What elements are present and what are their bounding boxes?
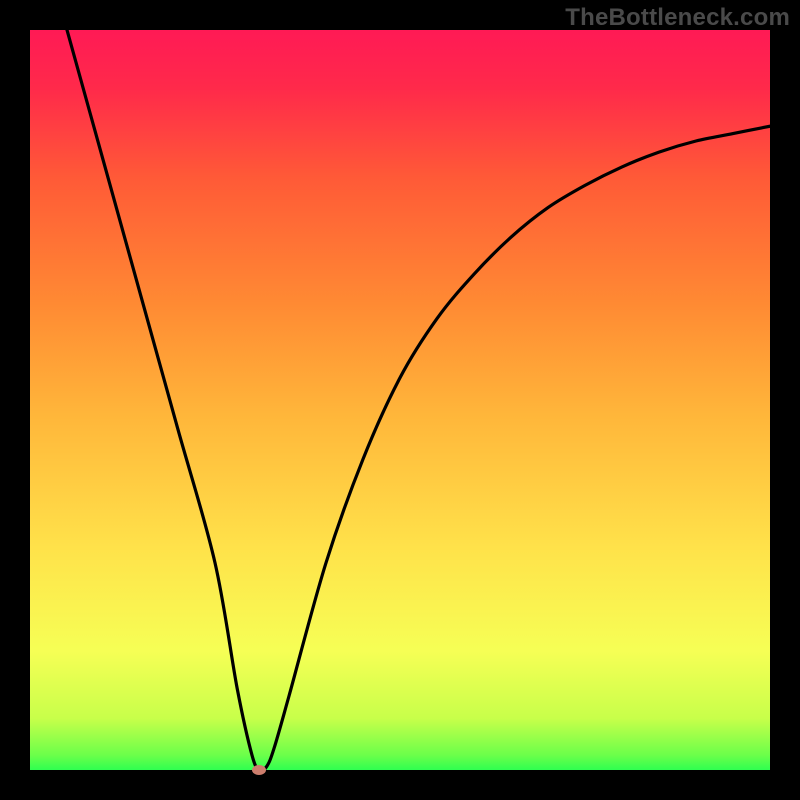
plot-area [30, 30, 770, 770]
optimal-point-marker [252, 765, 266, 775]
bottleneck-curve [67, 30, 770, 770]
watermark-text: TheBottleneck.com [565, 4, 790, 32]
curve-svg [30, 30, 770, 770]
chart-frame: TheBottleneck.com [0, 0, 800, 800]
